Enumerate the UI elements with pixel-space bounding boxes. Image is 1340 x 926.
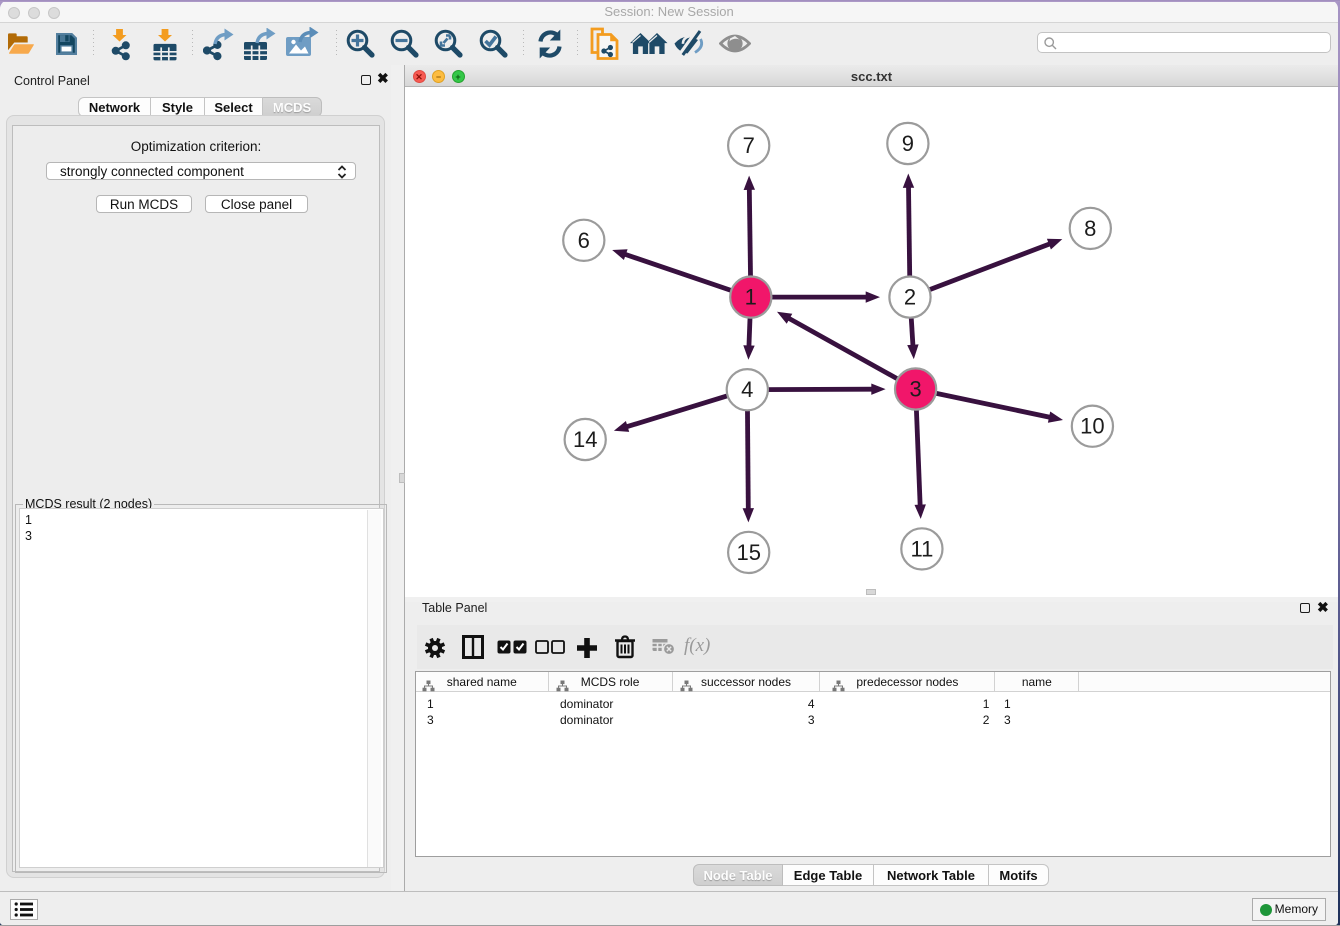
svg-text:15: 15: [736, 540, 760, 565]
svg-text:4: 4: [741, 377, 753, 402]
svg-text:2: 2: [904, 285, 916, 310]
svg-text:8: 8: [1084, 216, 1096, 241]
svg-text:6: 6: [578, 228, 590, 253]
svg-text:11: 11: [910, 536, 933, 561]
svg-text:1: 1: [745, 285, 757, 310]
svg-text:7: 7: [743, 133, 755, 158]
svg-text:14: 14: [573, 427, 597, 452]
svg-text:9: 9: [902, 131, 914, 156]
svg-text:3: 3: [909, 377, 921, 402]
svg-text:10: 10: [1080, 414, 1104, 439]
